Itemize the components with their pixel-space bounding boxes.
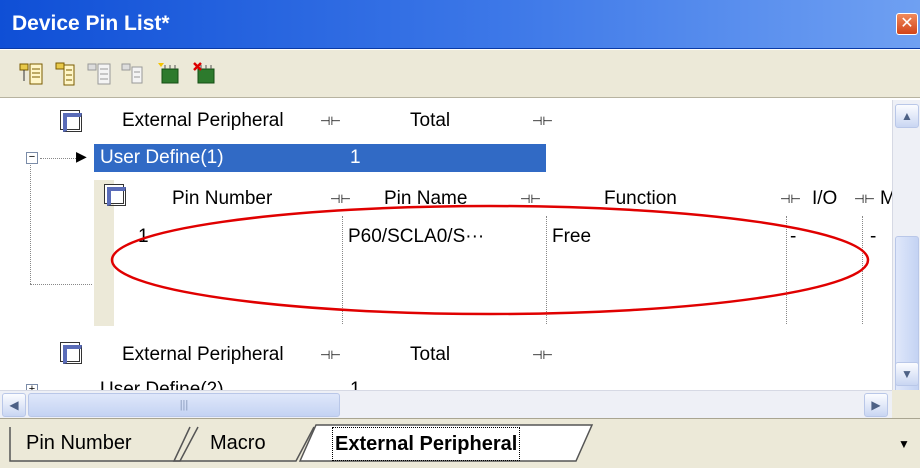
tab-label: Macro [210, 432, 266, 454]
expand-selected-icon [87, 63, 111, 85]
pin-icon[interactable]: ⊣⊢ [320, 348, 341, 362]
col-header-external-peripheral[interactable]: External Peripheral [122, 110, 284, 132]
tab-label: Pin Number [26, 432, 132, 454]
chevron-up-icon: ▲ [901, 109, 913, 123]
tab-list-dropdown-icon[interactable]: ▼ [898, 437, 910, 451]
grid-layout-icon[interactable] [60, 110, 82, 132]
collapse-selected-button[interactable] [120, 61, 148, 87]
scroll-corner [892, 390, 920, 418]
collapse-toggle[interactable]: − [26, 152, 38, 164]
horizontal-scrollbar[interactable]: ◀ ||| ▶ [0, 390, 892, 418]
title-bar: Device Pin List* ✕ [0, 0, 920, 49]
tab-external-peripheral[interactable]: External Peripheral [326, 427, 572, 461]
window-title: Device Pin List* [12, 12, 170, 35]
scroll-right-button[interactable]: ▶ [864, 393, 888, 417]
col-header-external-peripheral[interactable]: External Peripheral [122, 344, 284, 366]
group-total: 1 [350, 379, 361, 390]
tab-bar: Pin Number Macro External Peripheral ▼ [0, 418, 920, 468]
toolbar [0, 50, 920, 98]
col-header-total[interactable]: Total [410, 344, 450, 366]
close-icon: ✕ [900, 15, 914, 32]
tree-line [30, 284, 92, 285]
collapse-all-button[interactable] [52, 61, 80, 87]
tab-label: External Peripheral [332, 427, 521, 461]
chevron-right-icon: ▶ [871, 398, 881, 412]
scroll-left-button[interactable]: ◀ [2, 393, 26, 417]
expand-all-button[interactable] [18, 61, 46, 87]
vertical-scroll-thumb[interactable] [895, 236, 919, 416]
close-button[interactable]: ✕ [896, 13, 918, 35]
scroll-down-button[interactable]: ▼ [895, 362, 919, 386]
pin-icon[interactable]: ⊣⊢ [532, 114, 553, 128]
group-name: User Define(2) [100, 379, 224, 390]
pin-icon[interactable]: ⊣⊢ [320, 114, 341, 128]
group-total: 1 [350, 147, 361, 168]
horizontal-scroll-thumb[interactable]: ||| [28, 393, 340, 417]
group-row-selected[interactable]: User Define(1) 1 [94, 144, 546, 172]
remove-define-button[interactable] [192, 61, 220, 87]
add-define-button[interactable] [156, 61, 184, 87]
tab-pin-number[interactable]: Pin Number [22, 427, 182, 461]
collapse-all-icon [55, 62, 75, 86]
expand-all-icon [19, 63, 43, 85]
device-pin-grid: External Peripheral ⊣⊢ Total ⊣⊢ − ▶ User… [12, 100, 892, 390]
group-name: User Define(1) [100, 147, 224, 168]
group-row[interactable]: User Define(2) 1 [94, 376, 546, 390]
annotation-ellipse [110, 204, 870, 316]
row-indicator-icon: ▶ [76, 148, 87, 164]
col-header-total[interactable]: Total [410, 110, 450, 132]
collapse-selected-icon [121, 63, 143, 84]
chevron-down-icon: ▼ [901, 367, 913, 381]
pin-icon[interactable]: ⊣⊢ [532, 348, 553, 362]
scroll-up-button[interactable]: ▲ [895, 104, 919, 128]
tab-macro[interactable]: Macro [198, 427, 298, 461]
tree-line [30, 154, 31, 284]
chevron-left-icon: ◀ [9, 398, 19, 412]
remove-define-icon [193, 62, 215, 84]
vertical-scrollbar[interactable]: ▲ ▼ [892, 100, 920, 416]
tree-line [40, 158, 80, 159]
expand-selected-button[interactable] [86, 61, 114, 87]
add-define-icon [158, 63, 179, 84]
grid-layout-icon[interactable] [60, 342, 82, 364]
